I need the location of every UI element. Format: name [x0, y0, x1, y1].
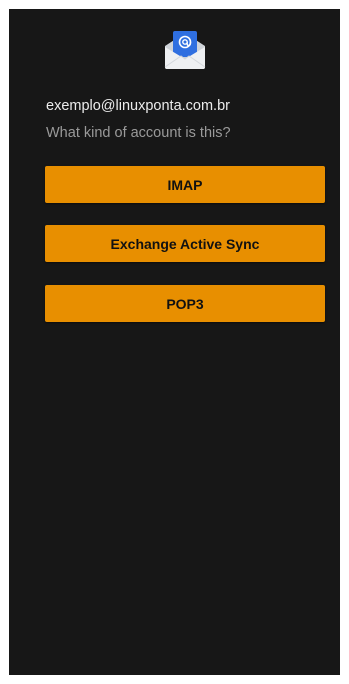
imap-button[interactable]: IMAP	[45, 166, 325, 203]
account-type-question: What kind of account is this?	[46, 125, 231, 141]
email-envelope-at-icon	[164, 31, 206, 69]
pop3-button[interactable]: POP3	[45, 285, 325, 322]
account-email: exemplo@linuxponta.com.br	[46, 98, 230, 114]
account-type-screen: exemplo@linuxponta.com.br What kind of a…	[9, 9, 340, 675]
exchange-active-sync-button[interactable]: Exchange Active Sync	[45, 225, 325, 262]
